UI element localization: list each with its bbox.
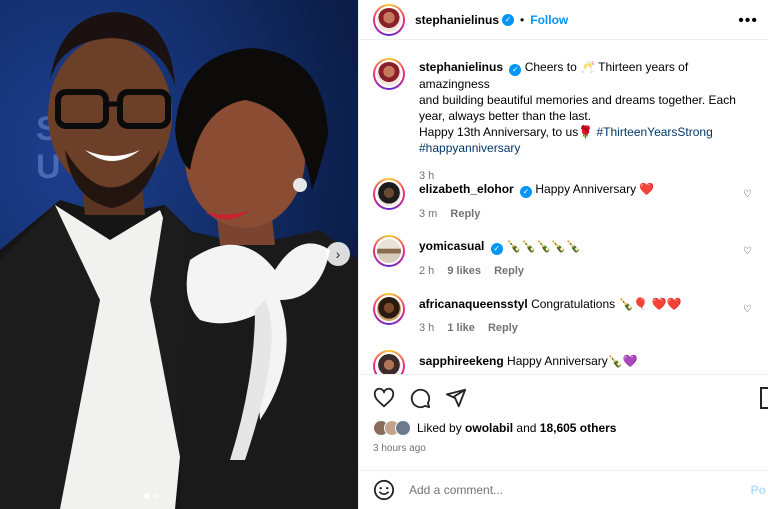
comment-bubble-icon[interactable]	[409, 387, 431, 409]
reply-button[interactable]: Reply	[488, 322, 518, 334]
comment-username[interactable]: sapphireekeng	[419, 354, 504, 368]
likes-others-count[interactable]: 18,605 others	[540, 421, 617, 435]
carousel-dot-active	[144, 493, 150, 499]
reply-button[interactable]: Reply	[450, 208, 480, 220]
likes-summary[interactable]: Liked by owolabil and 18,605 others	[373, 420, 616, 436]
verified-badge-icon: ✓	[490, 243, 503, 255]
comments-list[interactable]: stephanielinus ✓ Cheers to 🥂 Thirteen ye…	[359, 41, 768, 374]
post-header: stephanielinus ✓ • Follow •••	[359, 0, 768, 40]
comment-text: Happy Anniversary ❤️	[535, 182, 655, 196]
comment-avatar[interactable]	[373, 350, 405, 374]
caption-text-line4: Happy 13th Anniversary, to us🌹	[419, 125, 594, 139]
caption: stephanielinus ✓ Cheers to 🥂 Thirteen ye…	[373, 57, 758, 184]
like-heart-icon[interactable]	[373, 387, 395, 409]
add-comment-bar: Po	[359, 470, 768, 509]
comment-text: 🍾🍾🍾🍾🍾	[506, 239, 581, 253]
post-actions	[359, 374, 768, 420]
comment-input[interactable]	[409, 483, 739, 497]
author-avatar[interactable]	[373, 3, 405, 36]
caption-text-line2: and building beautiful memories and drea…	[419, 93, 736, 107]
comment-item: sapphireekeng Happy Anniversary🍾💜	[373, 349, 758, 374]
comment-username[interactable]: yomicasual	[419, 239, 484, 253]
save-bookmark-icon[interactable]	[760, 387, 768, 409]
like-comment-icon[interactable]: ♡	[743, 189, 752, 200]
emoji-icon[interactable]	[373, 479, 395, 501]
likes-and: and	[516, 421, 537, 435]
caption-avatar[interactable]	[373, 58, 405, 90]
carousel-indicator	[144, 493, 160, 499]
comment-time: 3 h	[419, 322, 435, 334]
caption-text-line3: year, always better than the last.	[419, 109, 592, 123]
comment-time: 3 m	[419, 208, 438, 220]
author-username[interactable]: stephanielinus	[415, 13, 499, 27]
hashtag-link[interactable]: #ThirteenYearsStrong	[596, 125, 712, 139]
post-timestamp: 3 hours ago	[373, 443, 426, 454]
follow-button[interactable]: Follow	[530, 13, 568, 27]
carousel-dot	[154, 493, 160, 499]
comment-item: yomicasual ✓ 🍾🍾🍾🍾🍾 2 h 9 likes Reply ♡	[373, 234, 758, 279]
like-comment-icon[interactable]: ♡	[743, 246, 752, 257]
comment-time: 2 h	[419, 265, 435, 277]
post-photo[interactable]: S U ›	[0, 0, 358, 509]
share-send-icon[interactable]	[445, 387, 467, 409]
separator-dot: •	[520, 12, 525, 27]
post-comment-button[interactable]: Po	[751, 483, 766, 497]
comment-avatar[interactable]	[373, 178, 405, 210]
like-comment-icon[interactable]: ♡	[743, 304, 752, 315]
comment-username[interactable]: africanaqueensstyl	[419, 297, 528, 311]
comment-avatar[interactable]	[373, 293, 405, 325]
caption-username[interactable]: stephanielinus	[419, 60, 503, 74]
more-options-icon[interactable]: •••	[738, 12, 758, 30]
verified-badge-icon: ✓	[520, 186, 533, 198]
comment-likes[interactable]: 9 likes	[447, 265, 481, 277]
liker-avatars	[373, 420, 411, 436]
verified-badge-icon: ✓	[502, 13, 515, 26]
post-detail-panel: stephanielinus ✓ • Follow ••• stephaniel…	[358, 0, 768, 509]
couple-illustration	[0, 12, 358, 509]
comment-username[interactable]: elizabeth_elohor	[419, 182, 514, 196]
comment-item: elizabeth_elohor ✓ Happy Anniversary ❤️ …	[373, 177, 758, 222]
liker-avatar	[395, 420, 411, 436]
comment-likes[interactable]: 1 like	[447, 322, 475, 334]
verified-badge-icon: ✓	[509, 64, 522, 76]
comment-avatar[interactable]	[373, 235, 405, 267]
liker-username[interactable]: owolabil	[465, 421, 513, 435]
hashtag-link[interactable]: #happyanniversary	[419, 140, 758, 156]
next-slide-button[interactable]: ›	[326, 242, 350, 266]
comment-text: Happy Anniversary🍾💜	[507, 354, 638, 368]
comment-item: africanaqueensstyl Congratulations 🍾🎈 ❤️…	[373, 292, 758, 336]
likes-prefix: Liked by	[417, 421, 462, 435]
comment-text: Congratulations 🍾🎈 ❤️❤️	[531, 297, 682, 311]
reply-button[interactable]: Reply	[494, 265, 524, 277]
